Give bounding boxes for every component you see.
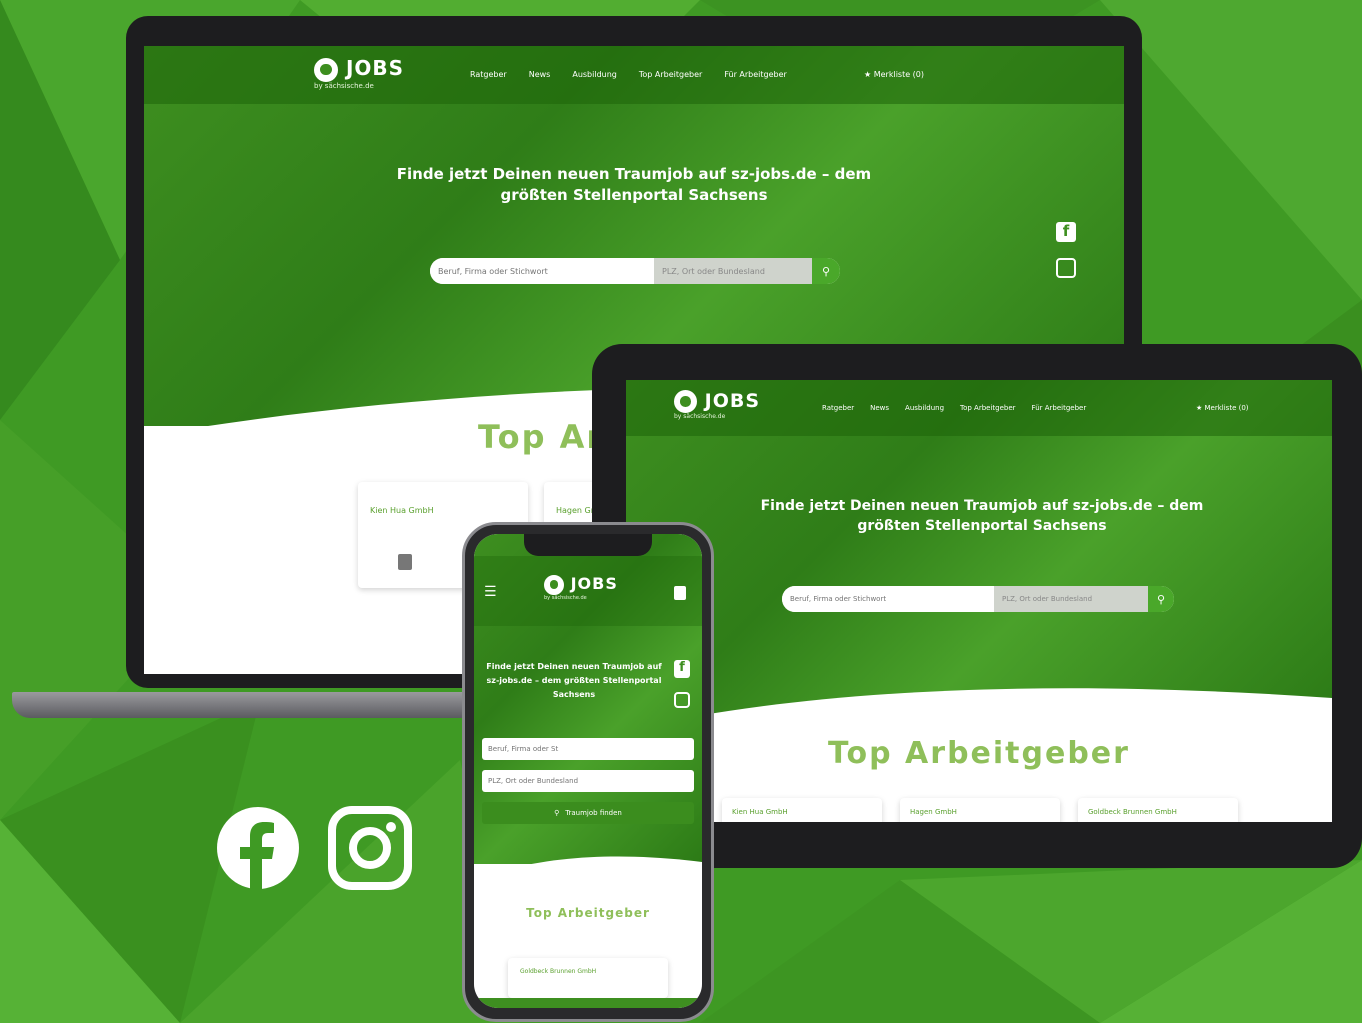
logo-subtitle: by sächsische.de (544, 594, 587, 601)
phone-notch (524, 534, 652, 556)
employer-card-name: Goldbeck Brunnen GmbH (520, 968, 597, 975)
hero-section: ☰ JOBS by sächsische.de Finde jetzt Dein… (474, 534, 702, 864)
hero-headline: Finde jetzt Deinen neuen Traumjob auf sz… (334, 164, 934, 206)
search-input[interactable] (782, 586, 994, 612)
navbar: JOBS by sächsische.de Ratgeber News Ausb… (626, 380, 1332, 436)
star-icon: ★ (1196, 404, 1203, 412)
facebook-icon[interactable] (674, 660, 690, 678)
site-logo[interactable]: JOBS by sächsische.de (674, 390, 760, 420)
watchlist-link[interactable]: ★ Merkliste (0) (1196, 404, 1249, 412)
building-icon (398, 554, 412, 570)
location-input[interactable]: PLZ, Ort oder Bundesland (994, 586, 1148, 612)
hero-wave (474, 856, 702, 882)
employer-card-name: Kien Hua GmbH (370, 506, 434, 515)
employer-card-name: Hagen GmbH (910, 808, 957, 816)
hero-headline: Finde jetzt Deinen neuen Traumjob auf sz… (486, 662, 662, 699)
menu-icon[interactable]: ☰ (484, 584, 497, 600)
nav-item-ratgeber[interactable]: Ratgeber (822, 404, 854, 412)
search-input[interactable] (482, 738, 694, 760)
location-placeholder: PLZ, Ort oder Bundesland (1002, 595, 1093, 603)
employer-card[interactable]: Goldbeck Brunnen GmbH (1078, 798, 1238, 822)
facebook-icon[interactable] (216, 806, 300, 890)
employer-card-name: Kien Hua GmbH (732, 808, 788, 816)
nav-item-top-arbeitgeber[interactable]: Top Arbeitgeber (639, 70, 702, 79)
top-employers-title: Top Arbeitgeber (828, 736, 1130, 771)
hero-wave (626, 688, 1332, 730)
nav-item-news[interactable]: News (529, 70, 551, 79)
watchlist-label: Merkliste (0) (1204, 404, 1249, 412)
facebook-icon[interactable] (1056, 222, 1076, 242)
logo-icon (314, 57, 338, 82)
nav-item-news[interactable]: News (870, 404, 889, 412)
employer-card[interactable]: Hagen GmbH (900, 798, 1060, 822)
nav-item-ausbildung[interactable]: Ausbildung (572, 70, 617, 79)
nav-item-top-arbeitgeber[interactable]: Top Arbeitgeber (960, 404, 1016, 412)
hero-section: JOBS by sächsische.de Ratgeber News Ausb… (626, 380, 1332, 720)
top-employers-title: Top Ar (478, 418, 605, 456)
phone-device: ☰ JOBS by sächsische.de Finde jetzt Dein… (462, 522, 714, 1022)
hero-headline: Finde jetzt Deinen neuen Traumjob auf sz… (722, 496, 1242, 536)
main-nav: Ratgeber News Ausbildung Top Arbeitgeber… (470, 70, 787, 79)
navbar: ☰ JOBS by sächsische.de (474, 556, 702, 626)
top-employers-title: Top Arbeitgeber (526, 906, 650, 920)
star-icon: ★ (864, 70, 872, 79)
tablet-screen: JOBS by sächsische.de Ratgeber News Ausb… (626, 380, 1332, 822)
search-bar: PLZ, Ort oder Bundesland ⚲ (782, 586, 1174, 612)
site-logo[interactable]: JOBS by sächsische.de (544, 574, 618, 601)
site-logo[interactable]: JOBS by sächsische.de (314, 56, 404, 90)
employer-card[interactable]: Kien Hua GmbH (722, 798, 882, 822)
logo-text: JOBS (345, 56, 405, 80)
search-icon: ⚲ (821, 264, 831, 278)
hero-social (1056, 222, 1076, 278)
headline-line-1: Finde jetzt Deinen neuen Traumjob auf sz… (396, 165, 872, 183)
phone-bottom-green (474, 998, 702, 1008)
headline-line-2: größten Stellenportal Sachsens (857, 518, 1107, 534)
phone-screen: ☰ JOBS by sächsische.de Finde jetzt Dein… (474, 534, 702, 1008)
logo-subtitle: by sächsische.de (674, 413, 726, 420)
logo-icon (674, 390, 697, 413)
find-job-button[interactable]: ⚲ Traumjob finden (482, 802, 694, 824)
employer-card-name: Goldbeck Brunnen GmbH (1088, 808, 1177, 816)
instagram-icon[interactable] (328, 806, 412, 890)
hero-social (674, 660, 690, 708)
logo-text: JOBS (570, 574, 618, 593)
search-icon: ⚲ (554, 809, 560, 817)
headline-line-2: größten Stellenportal Sachsens (500, 186, 768, 204)
watchlist-link[interactable]: ★ Merkliste (0) (864, 70, 924, 79)
instagram-icon[interactable] (1056, 258, 1076, 278)
search-button[interactable]: ⚲ (1148, 586, 1174, 612)
employer-card[interactable]: Goldbeck Brunnen GmbH (508, 958, 668, 998)
watchlist-label: Merkliste (0) (873, 70, 925, 79)
headline-line-1: Finde jetzt Deinen neuen Traumjob auf sz… (760, 498, 1204, 514)
navbar: JOBS by sächsische.de Ratgeber News Ausb… (144, 46, 1124, 104)
search-icon: ⚲ (1156, 592, 1166, 606)
instagram-icon[interactable] (674, 692, 690, 708)
logo-icon (544, 574, 564, 595)
location-placeholder: PLZ, Ort oder Bundesland (662, 266, 765, 276)
search-input[interactable] (430, 258, 654, 284)
logo-text: JOBS (704, 390, 761, 412)
location-input[interactable] (482, 770, 694, 792)
main-nav: Ratgeber News Ausbildung Top Arbeitgeber… (822, 404, 1086, 412)
logo-subtitle: by sächsische.de (314, 81, 374, 90)
find-job-label: Traumjob finden (565, 809, 622, 817)
bookmark-icon[interactable] (674, 586, 686, 600)
nav-item-ausbildung[interactable]: Ausbildung (905, 404, 944, 412)
nav-item-fuer-arbeitgeber[interactable]: Für Arbeitgeber (724, 70, 786, 79)
nav-item-fuer-arbeitgeber[interactable]: Für Arbeitgeber (1032, 404, 1087, 412)
search-bar: PLZ, Ort oder Bundesland ⚲ (430, 258, 840, 284)
nav-item-ratgeber[interactable]: Ratgeber (470, 70, 507, 79)
location-input[interactable]: PLZ, Ort oder Bundesland (654, 258, 812, 284)
search-button[interactable]: ⚲ (812, 258, 840, 284)
